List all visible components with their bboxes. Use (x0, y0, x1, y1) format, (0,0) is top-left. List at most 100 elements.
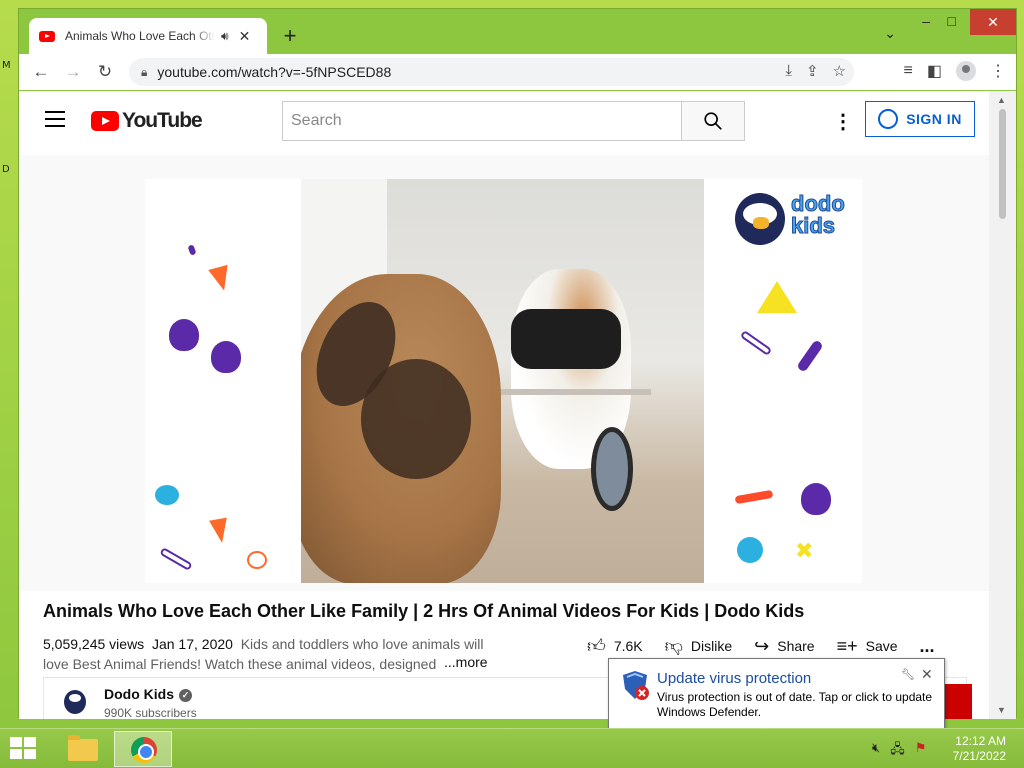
confetti-shape (734, 489, 774, 505)
minimize-button[interactable]: – (922, 13, 930, 29)
taskbar: 🔇︎ 🖧 ⚑ 12:12 AM 7/21/2022 (0, 728, 1024, 768)
install-app-icon[interactable]: ⤓ (785, 62, 792, 80)
confetti-shape (209, 517, 231, 545)
paw-print-icon (211, 341, 241, 373)
chrome-icon (131, 737, 157, 763)
search-input[interactable]: Search (282, 101, 682, 141)
account-icon (878, 109, 899, 129)
thumbs-up-icon: 👍︎ (587, 636, 606, 656)
tab-close-icon[interactable]: ✕ (239, 28, 251, 45)
confetti-shape (208, 264, 234, 294)
address-bar[interactable]: 🔒︎ youtube.com/watch?v=-5fNPSCED88 ⤓ ⇪ ☆ (129, 58, 854, 86)
action-center-flag-icon[interactable]: ⚑ (915, 740, 927, 762)
chrome-menu-icon[interactable]: ⋮ (990, 61, 1006, 81)
back-arrow-icon[interactable]: ← (25, 62, 57, 82)
desktop-icon-fragment[interactable]: D (2, 164, 10, 175)
sign-in-button[interactable]: SIGN IN (865, 101, 975, 137)
playlist-add-icon: ≡+ (836, 635, 858, 656)
youtube-logo[interactable]: YouTube (91, 109, 203, 133)
reload-icon[interactable]: ↻ (89, 62, 121, 82)
start-button[interactable] (10, 737, 38, 761)
dislike-button[interactable]: 👎︎ Dislike (665, 635, 733, 657)
new-tab-button[interactable]: + (277, 23, 303, 49)
chrome-window: Animals Who Love Each Other Like Family … (18, 8, 1017, 719)
channel-name-container[interactable]: Dodo Kids ✓ (104, 686, 192, 702)
confetti-shape (796, 339, 824, 373)
side-panel-icon[interactable]: ◧ (927, 61, 942, 81)
video-title: Animals Who Love Each Other Like Family … (43, 601, 805, 621)
volume-muted-icon[interactable]: 🔇︎ (872, 740, 880, 762)
chrome-taskbar-button[interactable] (114, 731, 172, 767)
paw-print-icon (801, 483, 831, 515)
more-horiz-icon: ... (919, 635, 935, 656)
media-controls-icon[interactable]: ≡ (904, 62, 913, 80)
confetti-shape (737, 537, 763, 563)
tab-strip: Animals Who Love Each Other Like Family … (19, 9, 1016, 55)
tab-youtube[interactable]: Animals Who Love Each Other Like Family … (29, 18, 267, 54)
dodo-bird-icon (735, 193, 785, 245)
notification-balloon[interactable]: Update virus protection Virus protection… (608, 658, 945, 730)
bone-icon (159, 547, 193, 571)
wrench-icon[interactable]: 🔧︎ (901, 668, 915, 681)
save-label: Save (865, 638, 898, 654)
hamburger-menu-icon[interactable] (45, 111, 65, 132)
confetti-shape (155, 485, 179, 505)
scroll-up-arrow-icon[interactable]: ▲ (997, 95, 1006, 105)
scrollbar-thumb[interactable] (999, 109, 1006, 219)
youtube-header: YouTube Search ⋮ SIGN IN (19, 91, 991, 147)
network-icon[interactable]: 🖧 (890, 740, 905, 762)
video-player[interactable]: dodo kids ✖ (145, 179, 862, 583)
upload-date: Jan 17, 2020 (151, 636, 233, 652)
close-icon[interactable]: ✕ (921, 666, 933, 683)
speaker-icon[interactable]: 🔊︎ (221, 29, 229, 44)
profile-avatar-icon[interactable] (956, 61, 976, 81)
confetti-shape (187, 244, 197, 256)
bone-icon (739, 329, 773, 357)
page-scrollbar[interactable]: ▲ ▼ (989, 91, 1016, 719)
dodo-kids-logo-text: dodo kids (791, 191, 846, 238)
forward-arrow-icon[interactable]: → (57, 62, 89, 82)
dog-harness (511, 309, 621, 369)
dog-muzzle (361, 359, 471, 479)
dodo-kids-logo: dodo kids (733, 185, 861, 247)
verified-check-icon: ✓ (179, 689, 192, 702)
channel-name[interactable]: Dodo Kids (104, 686, 174, 702)
more-actions-button[interactable]: ... (920, 636, 935, 657)
channel-avatar[interactable] (60, 686, 90, 716)
window-close-button[interactable]: ✕ (970, 9, 1016, 35)
save-button[interactable]: ≡+ Save (837, 636, 898, 657)
more-link[interactable]: ...more (444, 654, 488, 670)
search-button[interactable] (681, 101, 745, 141)
paw-print-icon (169, 319, 199, 351)
notification-title: Update virus protection (657, 670, 812, 687)
folder-icon (68, 735, 98, 761)
like-count: 7.6K (613, 638, 643, 654)
lock-icon[interactable]: 🔒︎ (141, 65, 147, 80)
settings-kebab-icon[interactable]: ⋮ (833, 109, 853, 134)
file-explorer-taskbar-button[interactable] (52, 731, 110, 767)
share-button[interactable]: ↪ Share (754, 636, 814, 657)
scroll-down-arrow-icon[interactable]: ▼ (997, 705, 1006, 715)
clock[interactable]: 12:12 AM 7/21/2022 (953, 734, 1006, 764)
desktop-icon-fragment[interactable]: M (2, 60, 11, 71)
page-viewport: YouTube Search ⋮ SIGN IN dodo kids ✖ Ani… (19, 91, 991, 719)
bookmark-star-icon[interactable]: ☆ (833, 62, 846, 80)
dislike-label: Dislike (690, 638, 733, 654)
url-text[interactable]: youtube.com/watch?v=-5fNPSCED88 (157, 64, 391, 80)
share-icon[interactable]: ⇪ (806, 62, 819, 80)
tab-search-chevron-down-icon[interactable]: ⌄ (884, 25, 896, 42)
youtube-play-icon (91, 111, 119, 131)
video-description[interactable]: 5,059,245 views Jan 17, 2020 Kids and to… (43, 634, 493, 674)
video-frame (301, 179, 704, 583)
share-arrow-icon: ↪ (754, 635, 770, 656)
clock-date: 7/21/2022 (952, 749, 1006, 763)
youtube-favicon-icon (39, 30, 55, 42)
search-icon (704, 112, 722, 130)
like-button[interactable]: 👍︎ 7.6K (587, 635, 643, 657)
notification-body: Virus protection is out of date. Tap or … (657, 690, 933, 719)
maximize-button[interactable]: □ (948, 13, 956, 29)
tab-title: Animals Who Love Each Other Like Family … (65, 29, 215, 43)
view-count: 5,059,245 views (43, 636, 145, 652)
wheelchair-wheel (591, 427, 633, 511)
video-actions: 👍︎ 7.6K 👎︎ Dislike ↪ Share ≡+ Save ... (587, 635, 935, 657)
